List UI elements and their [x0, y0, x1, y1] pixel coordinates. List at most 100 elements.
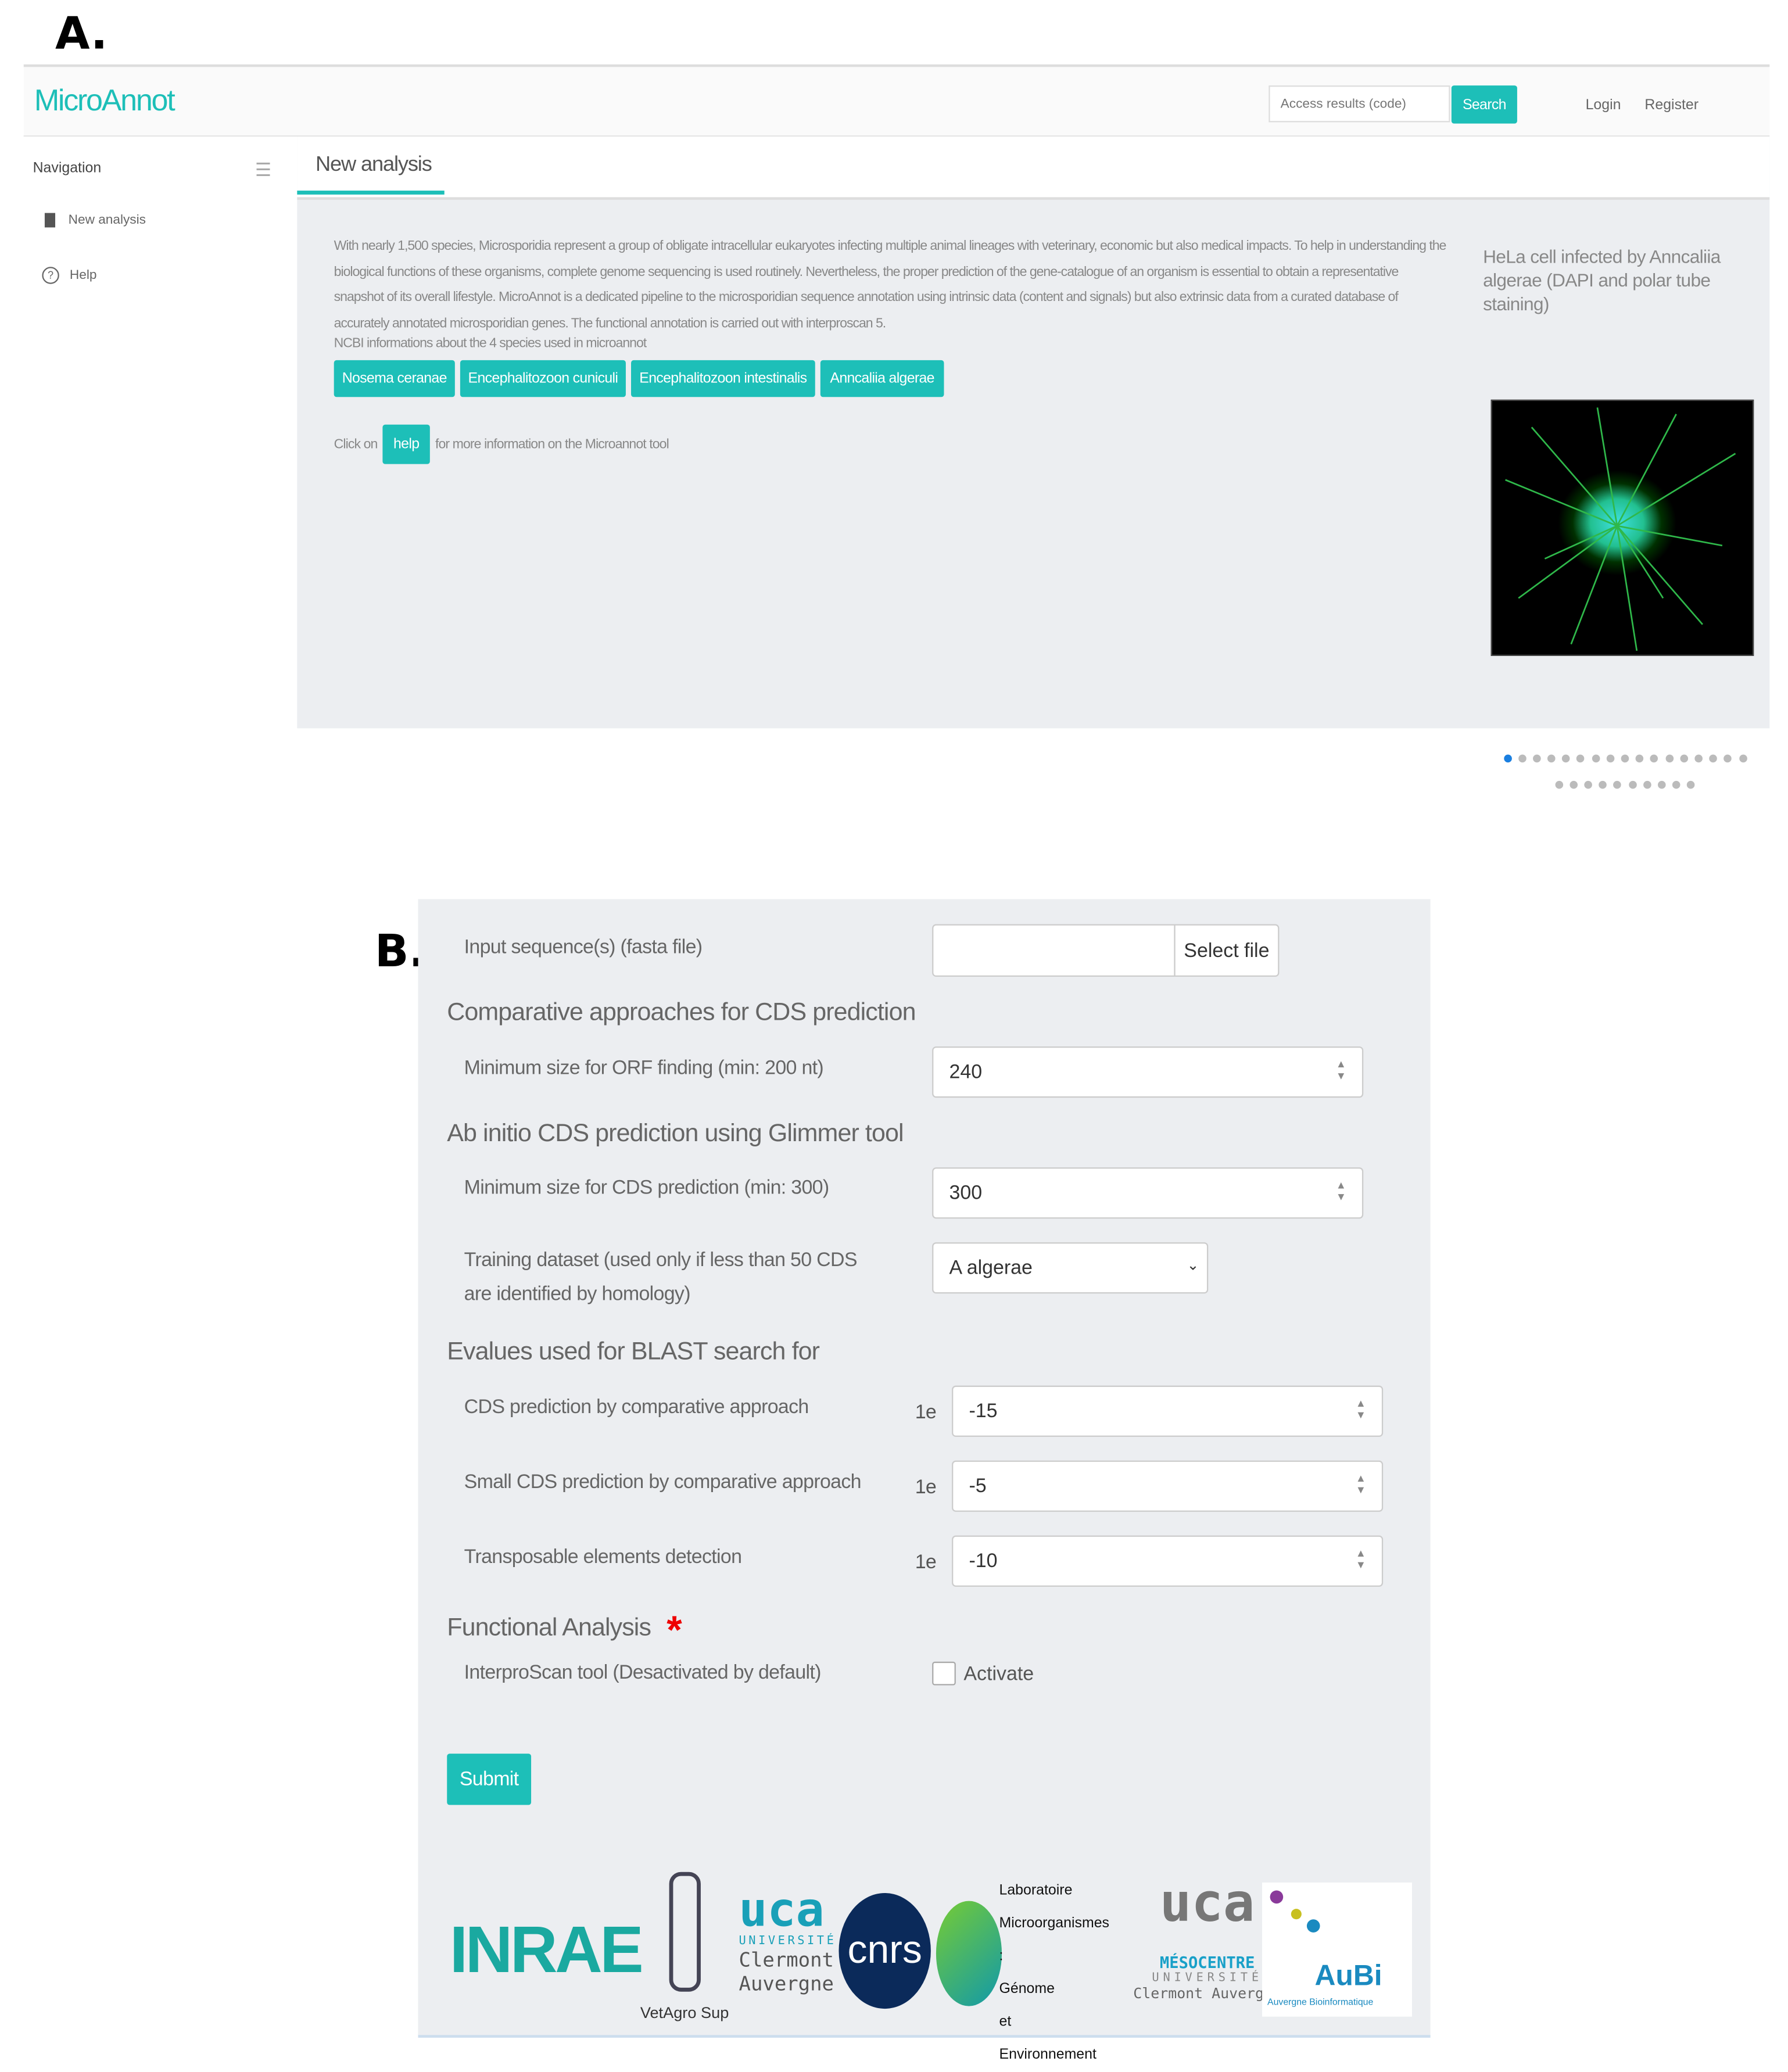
evalue-input[interactable]: -15 ▲ ▼ — [952, 1385, 1384, 1437]
cds-size-label: Minimum size for CDS prediction (min: 30… — [464, 1176, 829, 1199]
carousel-dot[interactable] — [1679, 754, 1688, 763]
intro-text: With nearly 1,500 species, Microsporidia… — [334, 239, 1447, 331]
cds-size-value: 300 — [949, 1181, 983, 1205]
required-asterisk: * — [667, 1609, 682, 1652]
evalue-value: -5 — [969, 1475, 987, 1497]
spinner-icon[interactable]: ▲ ▼ — [1356, 1472, 1366, 1496]
species-button[interactable]: Encephalitozoon cuniculi — [460, 360, 626, 397]
carousel-dot[interactable] — [1687, 780, 1696, 789]
carousel-dot[interactable] — [1694, 754, 1703, 763]
training-dataset-select[interactable]: A algerae ⌄ — [932, 1242, 1209, 1294]
activate-checkbox[interactable] — [932, 1661, 956, 1686]
species-button[interactable]: Nosema ceranae — [334, 360, 455, 397]
spinner-icon[interactable]: ▲ ▼ — [1336, 1058, 1346, 1082]
section-comparative: Comparative approaches for CDS predictio… — [447, 999, 916, 1027]
help-line: Click on help for more information on th… — [334, 424, 669, 464]
tab-new-analysis[interactable]: New analysis — [297, 137, 445, 195]
carousel-dot[interactable] — [1672, 780, 1680, 789]
panel-label-a: A. — [55, 8, 108, 61]
species-button[interactable]: Anncaliia algerae — [820, 360, 944, 397]
carousel-dot[interactable] — [1723, 754, 1732, 763]
evalue-prefix: 1e — [915, 1401, 937, 1424]
access-code-input[interactable] — [1269, 85, 1450, 123]
partner-logos: INRAE VetAgro Sup uca UNIVERSITÉ Clermont A… — [450, 1872, 1412, 2063]
mesocentre-logo: uca MÉSOCENTRE UNIVERSITÉ Clermont Auvergne — [1133, 1873, 1282, 2002]
carousel-dot[interactable] — [1547, 754, 1556, 763]
tab-bar: New analysis — [297, 137, 1770, 200]
evalue-label: Small CDS prediction by comparative appr… — [464, 1471, 862, 1494]
cnrs-logo: cnrs — [839, 1893, 931, 2009]
input-sequence-label: Input sequence(s) (fasta file) — [464, 935, 703, 959]
carousel-dot[interactable] — [1570, 780, 1578, 789]
orf-size-label: Minimum size for ORF finding (min: 200 n… — [464, 1057, 824, 1080]
vetagro-logo: VetAgro Sup — [640, 1872, 732, 2030]
chevron-down-icon: ⌄ — [1187, 1258, 1199, 1274]
interpro-label: InterproScan tool (Desactivated by defau… — [464, 1661, 822, 1684]
evalue-label: CDS prediction by comparative approach — [464, 1396, 809, 1419]
uca-logo: uca UNIVERSITÉ Clermont Auvergne — [739, 1884, 837, 1996]
carousel-dot[interactable] — [1657, 780, 1666, 789]
cds-size-input[interactable]: 300 ▲ ▼ — [932, 1167, 1364, 1219]
spinner-icon[interactable]: ▲ ▼ — [1356, 1397, 1366, 1421]
activate-checkbox-group[interactable]: Activate — [932, 1661, 1034, 1686]
section-functional: Functional Analysis * — [447, 1609, 682, 1654]
select-file-button[interactable]: Select file — [1174, 924, 1280, 977]
carousel-dot[interactable] — [1562, 754, 1570, 763]
help-prefix: Click on — [334, 437, 378, 452]
carousel-dot[interactable] — [1592, 754, 1600, 763]
carousel-dot[interactable] — [1599, 780, 1607, 789]
sidebar: Navigation ☰ New analysis ? Help — [23, 137, 298, 729]
functional-title: Functional Analysis — [447, 1614, 651, 1642]
ncbi-text: NCBI informations about the 4 species us… — [334, 336, 647, 352]
carousel-dot[interactable] — [1606, 754, 1614, 763]
file-path-field[interactable] — [932, 924, 1176, 977]
sidebar-item-label: Help — [69, 268, 97, 283]
evalue-label: Transposable elements detection — [464, 1546, 742, 1569]
carousel-indicators — [1493, 744, 1757, 797]
carousel-dot[interactable] — [1584, 780, 1592, 789]
orf-size-value: 240 — [949, 1060, 983, 1084]
top-header: MicroAnnot Search Login Register — [23, 67, 1770, 137]
species-button[interactable]: Encephalitozoon intestinalis — [631, 360, 815, 397]
evalue-input[interactable]: -10 ▲ ▼ — [952, 1535, 1384, 1587]
login-link[interactable]: Login — [1586, 97, 1621, 113]
hamburger-icon[interactable]: ☰ — [255, 159, 271, 181]
carousel-dot[interactable] — [1635, 754, 1644, 763]
evalue-value: -15 — [969, 1400, 998, 1423]
carousel-dot[interactable] — [1628, 780, 1636, 789]
spinner-icon[interactable]: ▲ ▼ — [1356, 1547, 1366, 1571]
search-button[interactable]: Search — [1451, 85, 1517, 124]
training-dataset-label: Training dataset (used only if less than… — [464, 1249, 858, 1306]
orf-size-input[interactable]: 240 ▲ ▼ — [932, 1046, 1364, 1098]
carousel-image — [1490, 399, 1754, 656]
carousel-dot-active[interactable] — [1503, 754, 1511, 763]
spinner-icon[interactable]: ▲ ▼ — [1336, 1179, 1346, 1203]
carousel-caption: HeLa cell infected by Anncaliia algerae … — [1483, 246, 1721, 314]
evalue-input[interactable]: -5 ▲ ▼ — [952, 1460, 1384, 1512]
carousel-dot[interactable] — [1643, 780, 1651, 789]
file-icon — [44, 213, 56, 228]
carousel-dot[interactable] — [1739, 754, 1747, 763]
carousel-dot[interactable] — [1621, 754, 1629, 763]
species-buttons: Nosema ceranae Encephalitozoon cuniculi … — [334, 360, 944, 397]
evalue-prefix: 1e — [915, 1476, 937, 1499]
carousel-dot[interactable] — [1532, 754, 1541, 763]
submit-button[interactable]: Submit — [447, 1754, 532, 1805]
carousel-dot[interactable] — [1518, 754, 1527, 763]
carousel-dot[interactable] — [1614, 780, 1622, 789]
carousel-dot[interactable] — [1576, 754, 1585, 763]
sidebar-item-new-analysis[interactable]: New analysis — [44, 213, 146, 228]
microscopy-filaments — [1505, 407, 1736, 651]
carousel-dot[interactable] — [1709, 754, 1718, 763]
register-link[interactable]: Register — [1644, 97, 1699, 113]
carousel-dot[interactable] — [1554, 780, 1563, 789]
carousel-dot[interactable] — [1650, 754, 1658, 763]
help-button[interactable]: help — [382, 424, 430, 464]
training-dataset-value: A algerae — [949, 1256, 1033, 1279]
brand-logo[interactable]: MicroAnnot — [34, 83, 175, 119]
analysis-form: Input sequence(s) (fasta file) Select fi… — [418, 899, 1431, 2063]
carousel-dot[interactable] — [1665, 754, 1674, 763]
sidebar-item-help[interactable]: ? Help — [42, 267, 96, 284]
evalue-prefix: 1e — [915, 1551, 937, 1574]
evalue-value: -10 — [969, 1550, 998, 1572]
